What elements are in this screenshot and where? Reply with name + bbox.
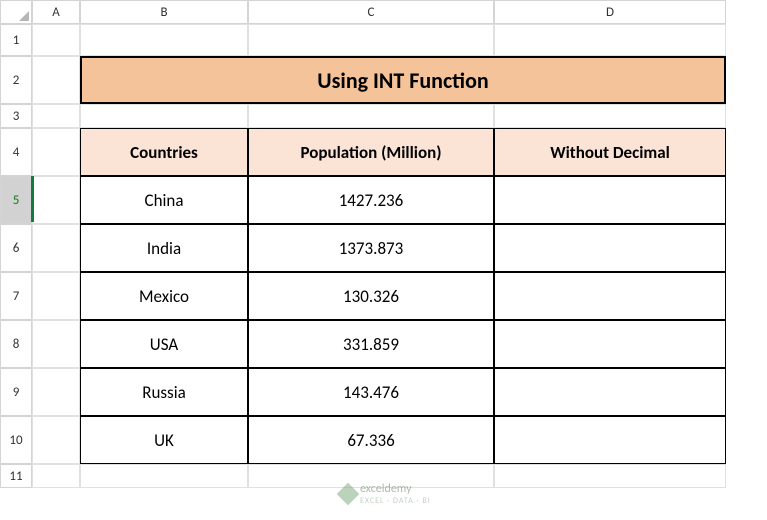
table-row[interactable]: Mexico	[80, 272, 248, 320]
table-row[interactable]: Russia	[80, 368, 248, 416]
row-header-1[interactable]: 1	[0, 24, 32, 56]
table-row[interactable]: India	[80, 224, 248, 272]
table-row[interactable]: 1427.236	[248, 176, 494, 224]
cell-D1[interactable]	[494, 24, 726, 56]
row-header-6[interactable]: 6	[0, 224, 32, 272]
table-row[interactable]	[494, 224, 726, 272]
cell-A6[interactable]	[32, 224, 80, 272]
table-row[interactable]: 143.476	[248, 368, 494, 416]
row-header-9[interactable]: 9	[0, 368, 32, 416]
cell-A4[interactable]	[32, 128, 80, 176]
watermark-tagline: EXCEL · DATA · BI	[360, 496, 431, 506]
cell-A11[interactable]	[32, 464, 80, 488]
cell-B1[interactable]	[80, 24, 248, 56]
spreadsheet-grid: A B C D 1 2 Using INT Function 3 4 Count…	[0, 0, 767, 488]
table-row[interactable]: China	[80, 176, 248, 224]
header-countries[interactable]: Countries	[80, 128, 248, 176]
cell-B11[interactable]	[80, 464, 248, 488]
cell-C11[interactable]	[248, 464, 494, 488]
table-row[interactable]	[494, 176, 726, 224]
col-header-C[interactable]: C	[248, 0, 494, 24]
cell-A2[interactable]	[32, 56, 80, 104]
table-row[interactable]: 331.859	[248, 320, 494, 368]
cell-A7[interactable]	[32, 272, 80, 320]
cell-A3[interactable]	[32, 104, 80, 128]
table-row[interactable]	[494, 272, 726, 320]
row-header-11[interactable]: 11	[0, 464, 32, 488]
row-header-8[interactable]: 8	[0, 320, 32, 368]
row-header-2[interactable]: 2	[0, 56, 32, 104]
cell-C3[interactable]	[248, 104, 494, 128]
cell-A10[interactable]	[32, 416, 80, 464]
header-without-decimal[interactable]: Without Decimal	[494, 128, 726, 176]
table-row[interactable]	[494, 368, 726, 416]
cell-C1[interactable]	[248, 24, 494, 56]
row-header-7[interactable]: 7	[0, 272, 32, 320]
table-row[interactable]: UK	[80, 416, 248, 464]
cell-A9[interactable]	[32, 368, 80, 416]
select-all-corner[interactable]	[0, 0, 32, 24]
table-row[interactable]: 1373.873	[248, 224, 494, 272]
row-header-4[interactable]: 4	[0, 128, 32, 176]
col-header-B[interactable]: B	[80, 0, 248, 24]
col-header-A[interactable]: A	[32, 0, 80, 24]
cell-D11[interactable]	[494, 464, 726, 488]
cell-A1[interactable]	[32, 24, 80, 56]
row-header-10[interactable]: 10	[0, 416, 32, 464]
table-row[interactable]: USA	[80, 320, 248, 368]
table-row[interactable]	[494, 320, 726, 368]
row-header-5[interactable]: 5	[0, 176, 32, 224]
title-merged-cell[interactable]: Using INT Function	[80, 56, 726, 104]
cell-A5[interactable]	[32, 176, 80, 224]
col-header-D[interactable]: D	[494, 0, 726, 24]
cell-B3[interactable]	[80, 104, 248, 128]
cell-D3[interactable]	[494, 104, 726, 128]
table-row[interactable]	[494, 416, 726, 464]
table-row[interactable]: 67.336	[248, 416, 494, 464]
cell-A8[interactable]	[32, 320, 80, 368]
row-header-3[interactable]: 3	[0, 104, 32, 128]
header-population[interactable]: Population (Million)	[248, 128, 494, 176]
table-row[interactable]: 130.326	[248, 272, 494, 320]
